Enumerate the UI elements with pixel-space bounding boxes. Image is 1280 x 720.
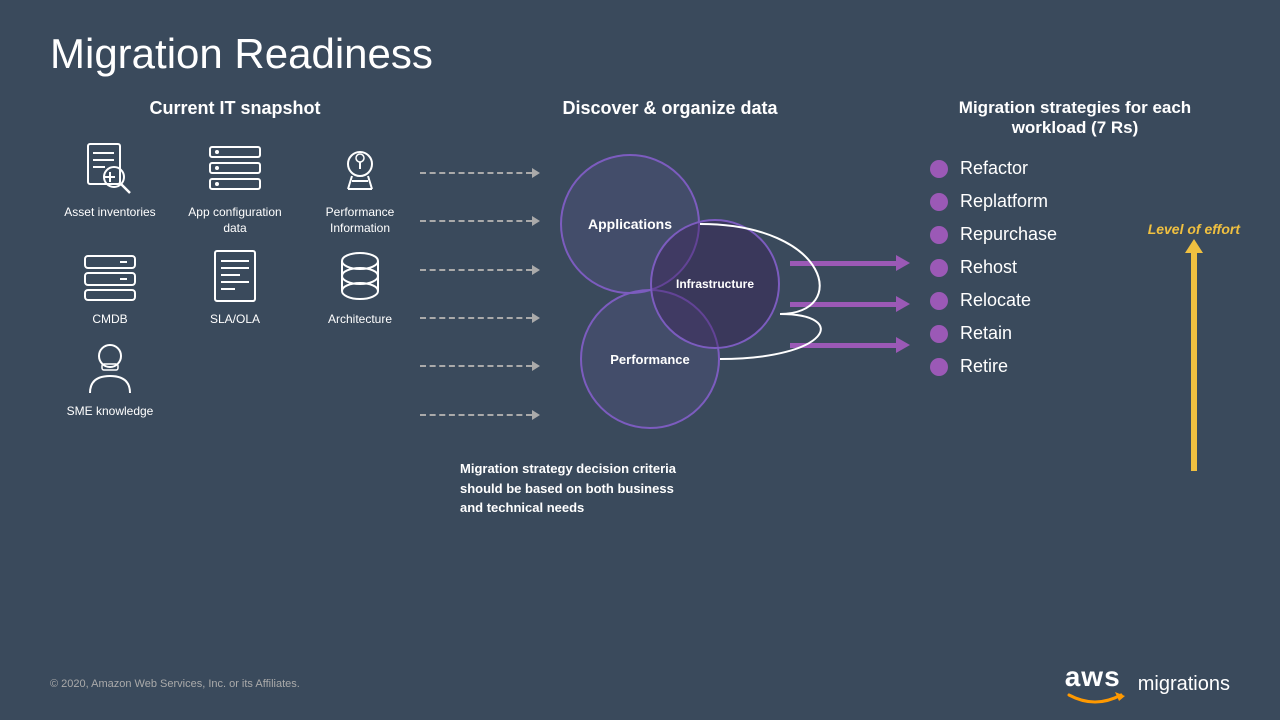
dashed-arrows [420, 139, 550, 449]
venn-diagram: Applications Performance Infrastructure [550, 144, 780, 444]
strategies-heading: Migration strategies for each workload (… [920, 98, 1230, 138]
dashed-arrow-6 [420, 410, 540, 420]
retain-label: Retain [960, 323, 1012, 344]
flow-lines-svg [550, 144, 780, 444]
aws-brand-text: aws [1065, 663, 1121, 691]
purple-arrow-2 [790, 296, 910, 312]
retire-label: Retire [960, 356, 1008, 377]
dashed-arrow-3 [420, 265, 540, 275]
dashed-arrow-4 [420, 313, 540, 323]
strategy-note: Migration strategy decision criteria sho… [420, 459, 700, 518]
sla-ola-icon [205, 246, 265, 306]
icon-item-asset: Asset inventories [50, 139, 170, 221]
copyright: © 2020, Amazon Web Services, Inc. or its… [50, 678, 300, 690]
arrow-head [532, 168, 540, 178]
cmdb-label: CMDB [92, 312, 127, 328]
repurchase-dot [930, 226, 948, 244]
relocate-dot [930, 292, 948, 310]
purple-arrow-3 [790, 337, 910, 353]
effort-section: Level of effort [1148, 220, 1240, 471]
replatform-label: Replatform [960, 191, 1048, 212]
current-it-section: Current IT snapshot Asset inventories [50, 98, 420, 419]
icon-item-perfinfo: Performance Information [300, 139, 420, 236]
icon-item-sla: SLA/OLA [175, 246, 295, 328]
icon-grid: Asset inventories App configuration data [50, 139, 420, 419]
repurchase-label: Repurchase [960, 224, 1057, 245]
retire-dot [930, 358, 948, 376]
slide: Migration Readiness Current IT snapshot [0, 0, 1280, 720]
slide-title: Migration Readiness [50, 30, 1230, 78]
dashed-arrow-5 [420, 361, 540, 371]
icon-item-arch: Architecture [300, 246, 420, 328]
strategy-refactor: Refactor [930, 158, 1230, 179]
architecture-label: Architecture [328, 312, 392, 328]
performance-info-label: Performance Information [300, 205, 420, 236]
rehost-dot [930, 259, 948, 277]
rehost-label: Rehost [960, 257, 1017, 278]
strategy-replatform: Replatform [930, 191, 1230, 212]
effort-label: Level of effort [1148, 220, 1240, 238]
discover-heading: Discover & organize data [562, 98, 777, 119]
sme-knowledge-label: SME knowledge [67, 404, 154, 420]
retain-dot [930, 325, 948, 343]
discover-section: Discover & organize data [420, 98, 920, 518]
app-config-label: App configuration data [175, 205, 295, 236]
asset-inventories-icon [80, 139, 140, 199]
dashed-arrow-1 [420, 168, 540, 178]
relocate-label: Relocate [960, 290, 1031, 311]
dashed-line [420, 172, 532, 174]
performance-info-icon [330, 139, 390, 199]
app-config-icon [205, 139, 265, 199]
icon-item-sme: SME knowledge [50, 338, 170, 420]
refactor-dot [930, 160, 948, 178]
purple-arrows [790, 255, 910, 353]
aws-product-text: migrations [1138, 673, 1230, 696]
icon-item-cmdb: CMDB [50, 246, 170, 328]
effort-arrowhead [1185, 239, 1203, 253]
architecture-icon [330, 246, 390, 306]
icon-item-appconfig: App configuration data [175, 139, 295, 236]
cmdb-icon [80, 246, 140, 306]
aws-brand: aws [1065, 663, 1125, 705]
refactor-label: Refactor [960, 158, 1028, 179]
effort-arrow-bar [1191, 251, 1197, 471]
replatform-dot [930, 193, 948, 211]
purple-arrow-1 [790, 255, 910, 271]
aws-smile-icon [1065, 691, 1125, 705]
asset-inventories-label: Asset inventories [64, 205, 155, 221]
sla-ola-label: SLA/OLA [210, 312, 260, 328]
current-it-heading: Current IT snapshot [50, 98, 420, 119]
aws-logo: aws migrations [1065, 663, 1230, 705]
sme-knowledge-icon [80, 338, 140, 398]
footer: © 2020, Amazon Web Services, Inc. or its… [0, 663, 1280, 705]
dashed-arrow-2 [420, 216, 540, 226]
